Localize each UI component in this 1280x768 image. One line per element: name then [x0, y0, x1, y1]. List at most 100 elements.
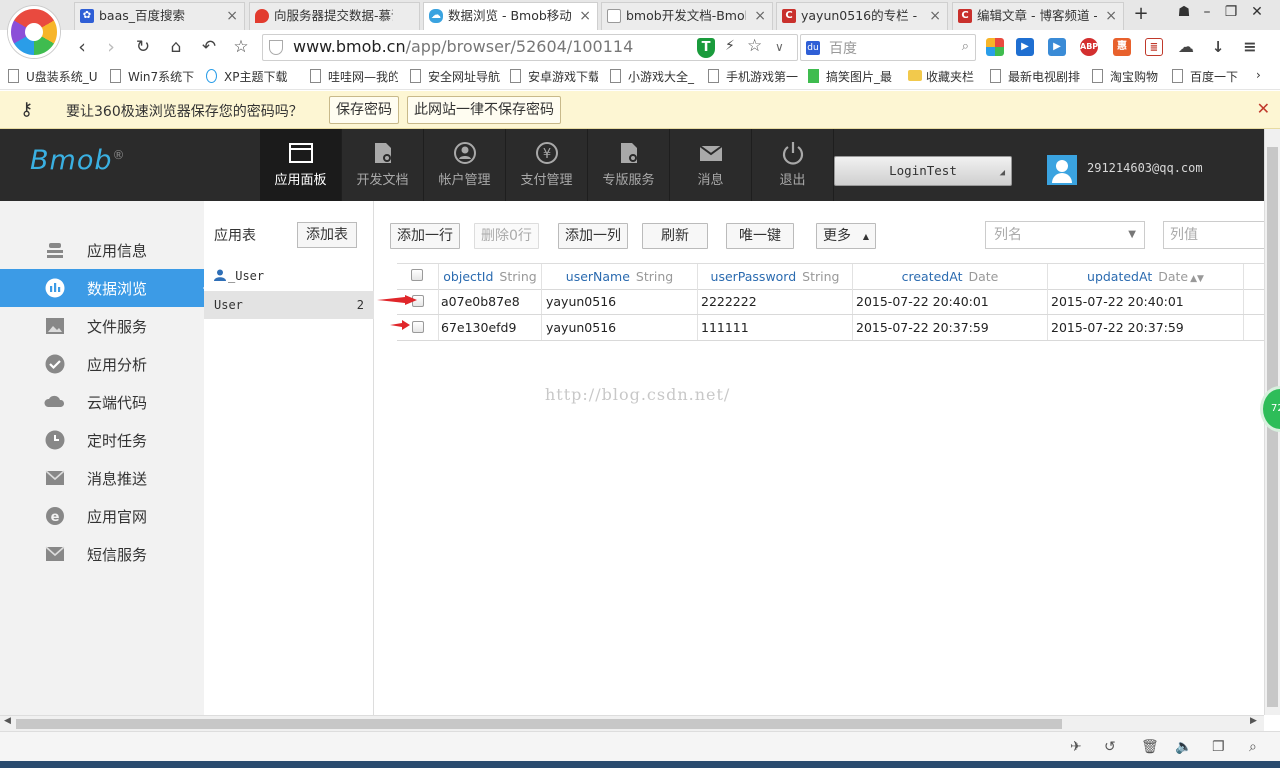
tab-imooc[interactable]: 向服务器提交数据-慕课网	[249, 2, 420, 30]
cloud-sync-icon[interactable]: ☁	[1177, 38, 1195, 56]
home-icon[interactable]: ⌂	[164, 35, 188, 59]
window-close-icon[interactable]: ✕	[1247, 4, 1267, 20]
cell-createdat[interactable]: 2015-07-22 20:40:01	[853, 289, 1048, 314]
scroll-right-icon[interactable]: ▶	[1250, 716, 1257, 726]
download-icon[interactable]: ↓	[1209, 38, 1227, 56]
nav-account[interactable]: 帐户管理	[424, 129, 506, 201]
add-table-button[interactable]: 添加表	[297, 222, 357, 248]
column-header[interactable]: updatedAt Date ▲▼	[1048, 264, 1244, 289]
bookmark-item[interactable]: Win7系统下	[110, 68, 196, 85]
window-icon[interactable]: ❐	[1212, 739, 1225, 755]
floating-badge[interactable]: 72	[1260, 386, 1280, 432]
column-value-input[interactable]: 列值	[1163, 221, 1264, 249]
menu-item-website[interactable]: e 应用官网	[0, 497, 204, 535]
bookmarks-overflow-icon[interactable]: ›	[1256, 68, 1276, 82]
bookmark-item[interactable]: XP主题下载	[206, 68, 296, 85]
speed-mode-icon[interactable]: ⚡	[725, 38, 735, 54]
add-row-button[interactable]: 添加一行	[390, 223, 460, 249]
zoom-icon[interactable]: ⌕	[1249, 739, 1257, 755]
menu-item-app-info[interactable]: 应用信息	[0, 231, 204, 269]
never-save-button[interactable]: 此网站一律不保存密码	[407, 96, 561, 124]
cell-updatedat[interactable]: 2015-07-22 20:37:59	[1048, 315, 1244, 340]
speaker-icon[interactable]: 🔈	[1175, 739, 1192, 755]
menu-icon[interactable]: ≡	[1241, 38, 1259, 56]
bookmark-item[interactable]: 安全网址导航	[410, 68, 500, 85]
row-checkbox[interactable]	[412, 321, 424, 333]
close-icon[interactable]: ×	[754, 3, 766, 29]
column-header[interactable]: userName String	[542, 264, 698, 289]
table-item-user-system[interactable]: _User	[204, 262, 374, 290]
close-icon[interactable]: ×	[226, 3, 238, 29]
bookmark-item[interactable]: 百度一下	[1172, 68, 1244, 85]
avatar[interactable]	[1047, 155, 1077, 185]
horizontal-scrollbar[interactable]: ◀ ▶	[0, 715, 1264, 731]
close-icon[interactable]: ✕	[1257, 99, 1270, 118]
cell-username[interactable]: yayun0516	[542, 315, 698, 340]
nav-app-panel[interactable]: 应用面板	[260, 129, 342, 201]
menu-item-file-service[interactable]: 文件服务	[0, 307, 204, 345]
bookmark-item[interactable]: 手机游戏第一	[708, 68, 798, 85]
column-header[interactable]: objectId String	[439, 264, 542, 289]
trash-icon[interactable]: 🗑	[1141, 739, 1159, 755]
more-button[interactable]: 更多 ▲	[816, 223, 876, 249]
nav-payment[interactable]: ¥ 支付管理	[506, 129, 588, 201]
search-box[interactable]: du 百度 ⌕	[800, 34, 976, 61]
tab-bmob-docs[interactable]: bmob开发文档-Bmob ×	[601, 2, 773, 30]
skin-icon[interactable]: ☗	[1174, 4, 1194, 20]
adblock-icon[interactable]: ABP	[1080, 38, 1098, 56]
tab-baidu[interactable]: ✿ baas_百度搜索 ×	[74, 2, 245, 30]
bookmark-item[interactable]: 哇哇网—我的	[310, 68, 398, 85]
cell-objectid[interactable]: 67e130efd9	[439, 315, 542, 340]
forward-icon[interactable]: ›	[99, 35, 123, 59]
unique-key-button[interactable]: 唯一键	[726, 223, 794, 249]
menu-item-cloud-code[interactable]: 云端代码	[0, 383, 204, 421]
maximize-icon[interactable]: ❐	[1221, 4, 1241, 20]
select-all-checkbox[interactable]	[411, 269, 423, 281]
bookmark-item[interactable]: 搞笑图片_最	[808, 68, 898, 85]
back-icon[interactable]: ‹	[70, 35, 94, 59]
column-header[interactable]: createdAt Date	[853, 264, 1048, 289]
add-column-button[interactable]: 添加一列	[558, 223, 628, 249]
nav-messages[interactable]: 消息	[670, 129, 752, 201]
video-icon[interactable]: ▶	[1016, 38, 1034, 56]
menu-item-sms[interactable]: 短信服务	[0, 535, 204, 573]
table-row[interactable]: 67e130efd9 yayun0516 111111 2015-07-22 2…	[397, 315, 1264, 341]
cell-objectid[interactable]: a07e0b87e8	[439, 289, 542, 314]
new-tab-button[interactable]: +	[1131, 3, 1151, 24]
undo-close-icon[interactable]: ↶	[197, 35, 221, 59]
delete-row-button[interactable]: 删除0行	[474, 223, 539, 249]
table-item-user[interactable]: User 2	[204, 291, 374, 319]
bookmark-star-icon[interactable]: ☆	[229, 35, 253, 59]
safe-check-icon[interactable]: T	[697, 38, 715, 58]
nav-dev-docs[interactable]: 开发文档	[342, 129, 424, 201]
refresh-button[interactable]: 刷新	[642, 223, 708, 249]
column-header[interactable]: userPassword String	[698, 264, 853, 289]
search-icon[interactable]: ⌕	[962, 39, 969, 54]
cell-userpassword[interactable]: 111111	[698, 315, 853, 340]
chevron-down-icon[interactable]: ∨	[775, 40, 784, 54]
tab-bmob-data[interactable]: ☁ 数据浏览 - Bmob移动 ×	[423, 2, 598, 31]
bookmark-item[interactable]: U盘装系统_U	[8, 68, 100, 85]
shopping-icon[interactable]: 惠	[1113, 38, 1131, 56]
cell-createdat[interactable]: 2015-07-22 20:37:59	[853, 315, 1048, 340]
table-row[interactable]: a07e0b87e8 yayun0516 2222222 2015-07-22 …	[397, 289, 1264, 315]
nav-logout[interactable]: 退出	[752, 129, 834, 201]
column-select[interactable]: 列名 ▼	[985, 221, 1145, 249]
cell-updatedat[interactable]: 2015-07-22 20:40:01	[1048, 289, 1244, 314]
scroll-thumb[interactable]	[16, 719, 1062, 729]
menu-item-data-browse[interactable]: 数据浏览	[0, 269, 211, 307]
media-icon[interactable]: ▶	[1048, 38, 1066, 56]
cell-username[interactable]: yayun0516	[542, 289, 698, 314]
minimize-icon[interactable]: –	[1197, 4, 1217, 20]
notes-icon[interactable]: ≣	[1145, 38, 1163, 56]
menu-item-scheduled-task[interactable]: 定时任务	[0, 421, 204, 459]
favorite-star-icon[interactable]: ☆	[747, 36, 762, 56]
close-icon[interactable]: ×	[1105, 3, 1117, 29]
refresh-circle-icon[interactable]: ↺	[1104, 739, 1116, 755]
menu-item-app-analytics[interactable]: 应用分析	[0, 345, 204, 383]
close-icon[interactable]: ×	[929, 3, 941, 29]
pin-icon[interactable]: ✈	[1070, 739, 1082, 755]
scroll-left-icon[interactable]: ◀	[4, 716, 11, 726]
bookmark-item[interactable]: 安卓游戏下载	[510, 68, 598, 85]
menu-item-push[interactable]: 消息推送	[0, 459, 204, 497]
